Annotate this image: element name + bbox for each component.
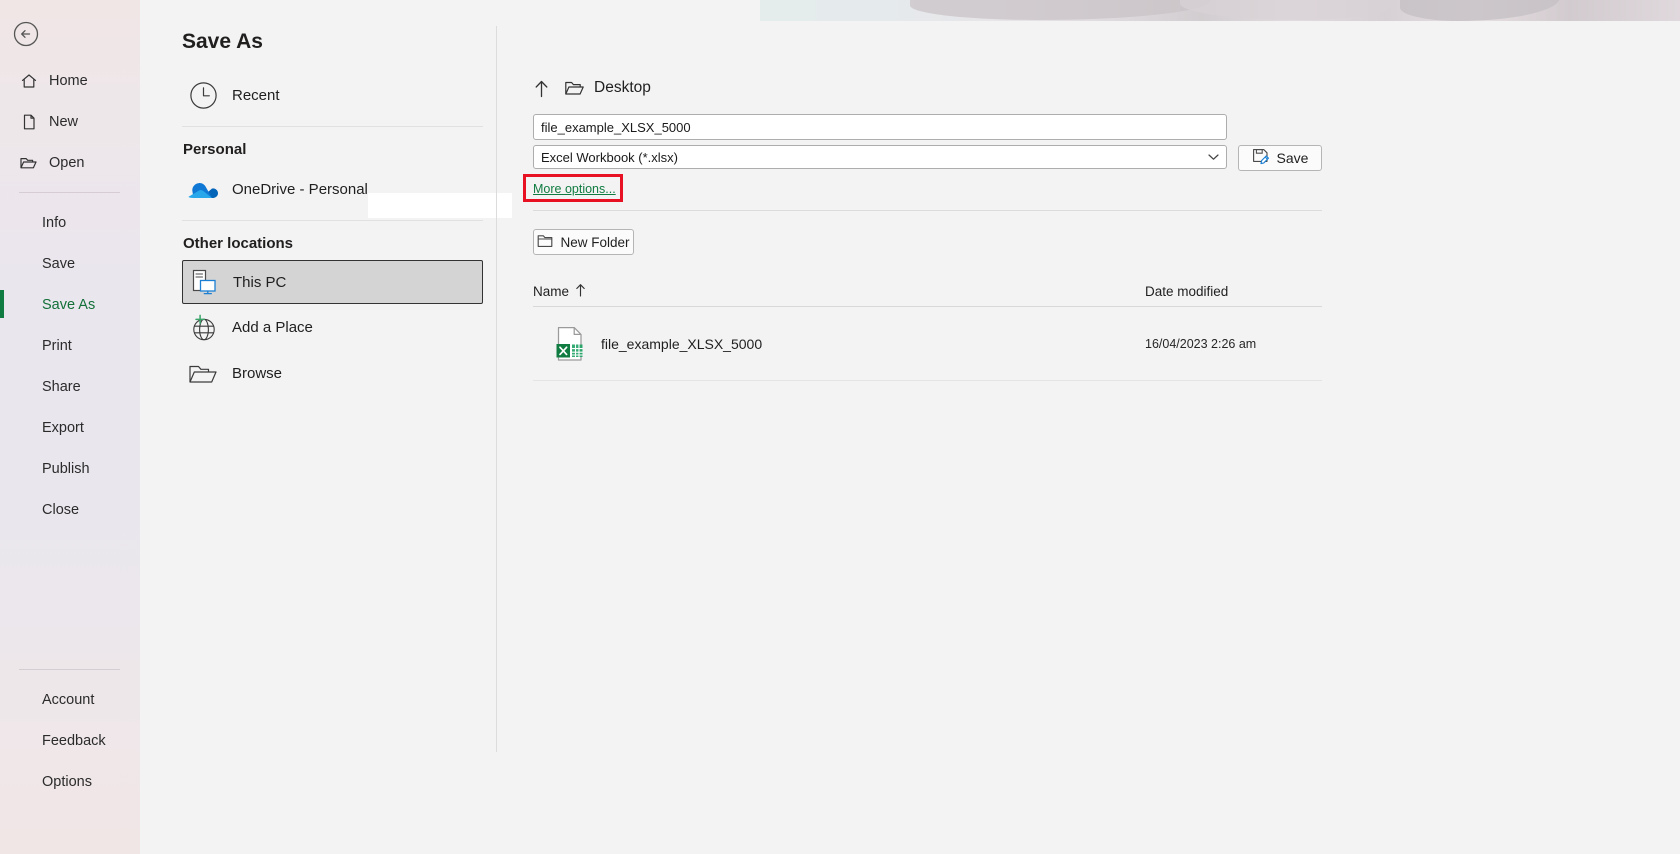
sidebar-item-label: Home: [49, 72, 88, 89]
sidebar-item-label: Open: [49, 154, 85, 171]
places-divider-1: [182, 126, 483, 127]
chevron-down-icon[interactable]: [1208, 153, 1219, 161]
column-header-name[interactable]: Name: [533, 283, 1145, 300]
clock-icon: [186, 78, 220, 112]
sidebar-item-info[interactable]: Info: [0, 202, 140, 243]
file-name-input[interactable]: [533, 114, 1227, 140]
file-browser-list: Name Date modified file_example_XLSX_500…: [533, 282, 1322, 381]
save-button-label: Save: [1276, 150, 1309, 166]
sidebar-item-home[interactable]: Home: [0, 60, 140, 101]
current-path-label: Desktop: [594, 79, 651, 96]
places-group-other-title: Other locations: [183, 235, 294, 252]
place-item-this-pc[interactable]: This PC: [182, 260, 483, 304]
sidebar-item-label: Save: [42, 255, 76, 272]
sidebar-item-options[interactable]: Options: [0, 761, 140, 802]
save-as-backstage: Home New Open Info Save Save As Print Sh…: [0, 0, 1680, 854]
place-item-label: Recent: [232, 86, 280, 104]
redacted-account-email: [368, 193, 512, 218]
format-and-save-row: Excel Workbook (*.xlsx) Save: [533, 145, 1680, 171]
place-item-add-a-place[interactable]: Add a Place: [186, 304, 497, 350]
sidebar-item-save[interactable]: Save: [0, 243, 140, 284]
sidebar-item-feedback[interactable]: Feedback: [0, 720, 140, 761]
file-format-select[interactable]: Excel Workbook (*.xlsx): [533, 145, 1227, 169]
new-document-icon: [19, 112, 38, 131]
sidebar-item-account[interactable]: Account: [0, 679, 140, 720]
save-button[interactable]: Save: [1238, 145, 1322, 171]
sort-ascending-arrow-icon: [575, 283, 586, 300]
new-folder-icon: [537, 234, 553, 251]
sidebar-item-label: Export: [42, 419, 84, 436]
excel-file-icon: [555, 326, 585, 362]
file-list-header: Name Date modified: [533, 282, 1322, 307]
sidebar-item-label: Account: [42, 691, 95, 708]
sidebar-divider-bottom: [19, 669, 120, 670]
place-item-label: Browse: [232, 364, 283, 382]
places-divider-2: [182, 220, 483, 221]
sidebar-item-open[interactable]: Open: [0, 142, 140, 183]
sidebar-item-share[interactable]: Share: [0, 366, 140, 407]
places-column: Save As Recent Personal OneDrive - Perso…: [140, 0, 512, 854]
column-header-name-label: Name: [533, 283, 570, 299]
places-group-personal-title: Personal: [183, 141, 247, 158]
sidebar-item-save-as[interactable]: Save As: [0, 284, 140, 325]
sidebar-item-print[interactable]: Print: [0, 325, 140, 366]
back-button[interactable]: [13, 21, 39, 47]
folder-icon: [564, 79, 585, 97]
add-place-globe-icon: [186, 310, 220, 344]
sidebar-item-label: Feedback: [42, 732, 106, 749]
place-item-label: OneDrive - Personal: [232, 180, 368, 198]
page-title: Save As: [182, 30, 263, 53]
current-path-row: Desktop: [533, 76, 1680, 100]
sidebar-item-new[interactable]: New: [0, 101, 140, 142]
sidebar-item-label: New: [49, 113, 79, 130]
file-format-value: Excel Workbook (*.xlsx): [541, 149, 679, 165]
open-folder-icon: [19, 153, 38, 172]
place-item-label: Add a Place: [232, 318, 313, 336]
onedrive-cloud-icon: [186, 172, 220, 206]
sidebar-item-label: Share: [42, 378, 81, 395]
file-name-label: file_example_XLSX_5000: [601, 335, 763, 352]
sidebar-item-label: Options: [42, 773, 92, 790]
save-destination-panel: Desktop Excel Workbook (*.xlsx): [497, 0, 1680, 854]
new-folder-button-label: New Folder: [560, 234, 630, 250]
home-icon: [19, 71, 38, 90]
table-row[interactable]: file_example_XLSX_5000 16/04/2023 2:26 a…: [533, 307, 1322, 381]
more-options-link[interactable]: More options...: [533, 179, 616, 199]
column-header-date-modified[interactable]: Date modified: [1145, 284, 1322, 299]
up-arrow-icon[interactable]: [533, 79, 550, 98]
place-item-recent[interactable]: Recent: [186, 72, 497, 118]
sidebar-item-publish[interactable]: Publish: [0, 448, 140, 489]
sidebar-divider-top: [19, 192, 120, 193]
sidebar-item-label: Info: [42, 214, 67, 231]
sidebar-item-label: Close: [42, 501, 80, 518]
save-disk-icon: [1252, 148, 1269, 168]
sidebar-item-label: Save As: [42, 296, 96, 313]
sidebar-item-export[interactable]: Export: [0, 407, 140, 448]
more-options-container: More options...: [523, 174, 629, 202]
sidebar-item-label: Publish: [42, 460, 90, 477]
backstage-sidebar: Home New Open Info Save Save As Print Sh…: [0, 0, 140, 854]
file-date-modified: 16/04/2023 2:26 am: [1145, 336, 1257, 351]
new-folder-button[interactable]: New Folder: [533, 229, 634, 255]
this-pc-icon: [187, 265, 221, 299]
panel-divider: [533, 210, 1322, 211]
browse-folder-icon: [186, 356, 220, 390]
sidebar-item-close[interactable]: Close: [0, 489, 140, 530]
sidebar-bottom-group: Account Feedback Options: [0, 660, 140, 802]
place-item-label: This PC: [233, 273, 287, 291]
sidebar-main-group: Info Save Save As Print Share Export Pub…: [0, 202, 140, 530]
sidebar-item-label: Print: [42, 337, 72, 354]
place-item-browse[interactable]: Browse: [186, 350, 497, 396]
